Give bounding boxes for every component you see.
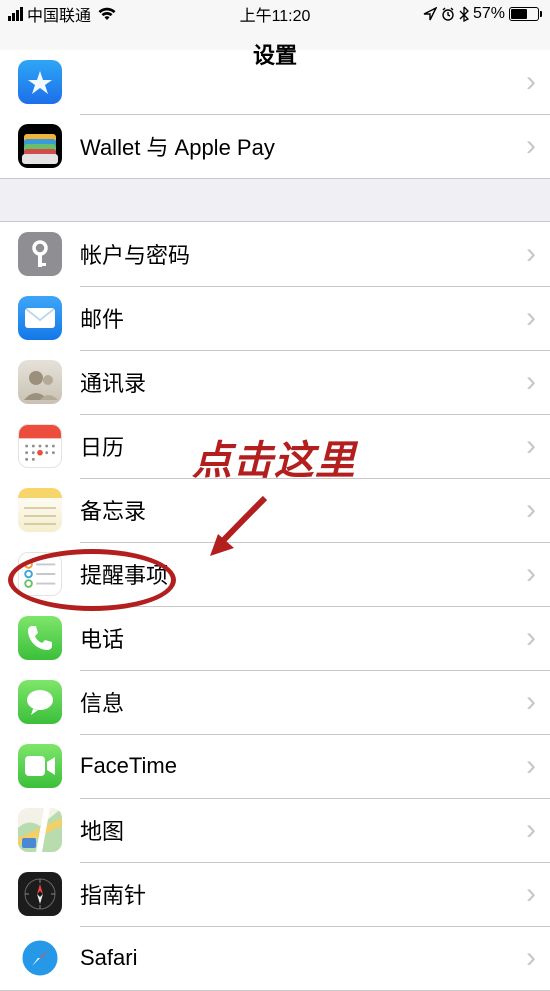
battery-icon: [509, 7, 542, 21]
status-left: 中国联通: [8, 2, 117, 26]
status-time: 上午11:20: [240, 2, 311, 26]
chevron-right-icon: ›: [526, 301, 550, 335]
row-label: 提醒事项: [80, 558, 526, 590]
phone-icon: [18, 616, 62, 660]
settings-row-facetime[interactable]: FaceTime ›: [0, 734, 550, 798]
settings-row-wallet[interactable]: Wallet 与 Apple Pay ›: [0, 114, 550, 178]
chevron-right-icon: ›: [526, 749, 550, 783]
settings-section-1: › Wallet 与 Apple Pay ›: [0, 50, 550, 179]
settings-row-messages[interactable]: 信息 ›: [0, 670, 550, 734]
messages-icon: [18, 680, 62, 724]
row-label: 帐户与密码: [80, 238, 526, 270]
chevron-right-icon: ›: [526, 813, 550, 847]
chevron-right-icon: ›: [526, 65, 550, 99]
row-label: 通讯录: [80, 366, 526, 398]
settings-section-2: 帐户与密码 › 邮件 › 通讯录 › 日历 › 备忘录 ›: [0, 221, 550, 991]
status-bar: 中国联通 上午11:20 57%: [0, 0, 550, 28]
settings-row-passwords[interactable]: 帐户与密码 ›: [0, 222, 550, 286]
chevron-right-icon: ›: [526, 365, 550, 399]
mail-icon: [18, 296, 62, 340]
row-label: 地图: [80, 814, 526, 846]
notes-icon: [18, 488, 62, 532]
settings-row-mail[interactable]: 邮件 ›: [0, 286, 550, 350]
settings-row-phone[interactable]: 电话 ›: [0, 606, 550, 670]
settings-row-maps[interactable]: 地图 ›: [0, 798, 550, 862]
row-label: 指南针: [80, 878, 526, 910]
calendar-icon: [18, 424, 62, 468]
row-label: 邮件: [80, 302, 526, 334]
chevron-right-icon: ›: [526, 621, 550, 655]
settings-row-compass[interactable]: 指南针 ›: [0, 862, 550, 926]
appstore-icon: [18, 60, 62, 104]
row-label: Safari: [80, 945, 526, 971]
chevron-right-icon: ›: [526, 129, 550, 163]
row-label: 日历: [80, 430, 526, 462]
wallet-icon: [18, 124, 62, 168]
settings-row-contacts[interactable]: 通讯录 ›: [0, 350, 550, 414]
chevron-right-icon: ›: [526, 557, 550, 591]
battery-pct: 57%: [473, 5, 505, 23]
settings-row-reminders[interactable]: 提醒事项 ›: [0, 542, 550, 606]
chevron-right-icon: ›: [526, 685, 550, 719]
settings-row-safari[interactable]: Safari ›: [0, 926, 550, 990]
facetime-icon: [18, 744, 62, 788]
signal-bars-icon: [8, 7, 23, 21]
chevron-right-icon: ›: [526, 493, 550, 527]
row-label: 信息: [80, 686, 526, 718]
key-icon: [18, 232, 62, 276]
location-icon: [423, 7, 437, 21]
contacts-icon: [18, 360, 62, 404]
row-label: Wallet 与 Apple Pay: [80, 130, 526, 162]
maps-icon: [18, 808, 62, 852]
safari-icon: [18, 936, 62, 980]
reminders-icon: [18, 552, 62, 596]
row-label: 电话: [80, 622, 526, 654]
compass-icon: [18, 872, 62, 916]
chevron-right-icon: ›: [526, 877, 550, 911]
alarm-icon: [441, 7, 455, 21]
row-label: FaceTime: [80, 753, 526, 779]
chevron-right-icon: ›: [526, 237, 550, 271]
wifi-icon: [97, 7, 117, 21]
chevron-right-icon: ›: [526, 941, 550, 975]
settings-row-calendar[interactable]: 日历 ›: [0, 414, 550, 478]
row-label: 备忘录: [80, 494, 526, 526]
chevron-right-icon: ›: [526, 429, 550, 463]
status-right: 57%: [423, 5, 542, 23]
settings-row-notes[interactable]: 备忘录 ›: [0, 478, 550, 542]
carrier-label: 中国联通: [27, 2, 91, 26]
bluetooth-icon: [459, 6, 469, 22]
settings-row-itunes[interactable]: ›: [0, 50, 550, 114]
